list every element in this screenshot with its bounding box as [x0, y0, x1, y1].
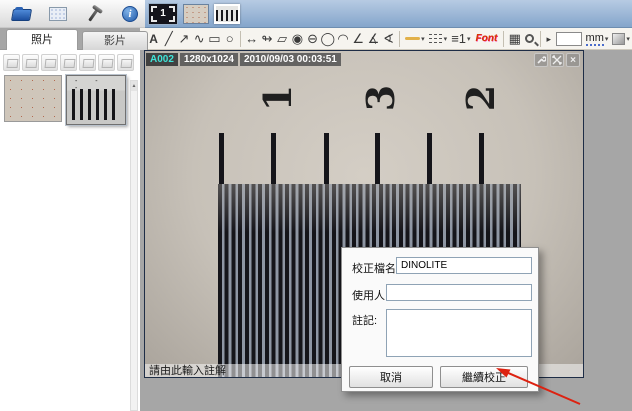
- measure-angle-tool-icon[interactable]: ∠: [351, 29, 366, 49]
- timestamp-badge: 2010/09/03 00:03:51: [240, 53, 341, 66]
- frame-corner: [151, 16, 157, 22]
- chevron-down-icon[interactable]: ▾: [626, 35, 630, 43]
- thumbnail-list: - - -: [0, 73, 140, 125]
- export-image-icon: [612, 33, 625, 45]
- line-width-value: 1: [459, 29, 466, 49]
- open-folder-icon[interactable]: [12, 6, 32, 22]
- thumbnail-ruler-bars: [72, 89, 120, 120]
- line-style-button[interactable]: ▾: [429, 34, 448, 43]
- save-icon[interactable]: [41, 54, 58, 71]
- ruler-digit-1: 1: [255, 76, 299, 120]
- sidebar-scrollbar[interactable]: ▲: [130, 80, 138, 411]
- user-label: 使用人: [352, 287, 385, 303]
- cancel-button[interactable]: 取消: [349, 366, 433, 388]
- export-image-button[interactable]: ▾: [612, 33, 630, 45]
- trash-icon[interactable]: [117, 54, 134, 71]
- scroll-up-icon[interactable]: ▲: [131, 81, 137, 91]
- measure-angle4-tool-icon[interactable]: ∢: [381, 29, 396, 49]
- open-file-icon[interactable]: [3, 54, 20, 71]
- dinocapture-window: { "top_toolbar": { "frame_label": "1", "…: [0, 0, 632, 411]
- line-width-icon: ≡: [451, 29, 459, 49]
- toolbar-separator: [540, 31, 541, 47]
- rotate-icon[interactable]: [98, 54, 115, 71]
- camera-frame-button[interactable]: 1: [148, 3, 178, 25]
- arrow-tool-icon[interactable]: ↗: [176, 29, 191, 49]
- resolution-badge: 1280x1024: [180, 53, 238, 66]
- filename-field[interactable]: [396, 257, 532, 274]
- email-icon[interactable]: [22, 54, 39, 71]
- calibration-dialog: 校正檔名: 使用人 註記: 取消 繼續校正: [341, 247, 539, 392]
- info-icon[interactable]: [120, 6, 140, 22]
- chevron-down-icon[interactable]: ▾: [467, 35, 471, 43]
- measure-arc-tool-icon[interactable]: ◠: [335, 29, 350, 49]
- toolbar-separator: [240, 31, 241, 47]
- tab-photos[interactable]: 照片: [6, 29, 78, 50]
- image-id-badge: A002: [146, 53, 178, 66]
- measure-line-tool-icon[interactable]: ↔: [244, 29, 259, 49]
- continue-calibration-button[interactable]: 繼續校正: [440, 366, 528, 388]
- frame-number: 1: [160, 8, 166, 19]
- capture-strip: 1: [145, 0, 632, 28]
- text-tool-icon[interactable]: A: [146, 29, 161, 49]
- envelope-icon[interactable]: [60, 54, 77, 71]
- photo-sidebar: - - -: [0, 49, 140, 411]
- image-gallery-icon[interactable]: [48, 6, 68, 22]
- line-width-button[interactable]: ≡ 1 ▾: [451, 29, 470, 49]
- frame-corner: [169, 16, 175, 22]
- image-info-badges: A002 1280x1024 2010/09/03 00:03:51: [146, 53, 341, 66]
- drawing-toolbar: A ╱ ↗ ∿ ▭ ○ ↔ ↬ ▱ ◉ ⊖ ◯ ◠ ∠ ∡ ∢ ▾ ▾ ≡ 1 …: [140, 28, 632, 50]
- unit-label: mm: [586, 32, 604, 46]
- line-tool-icon[interactable]: ╱: [161, 29, 176, 49]
- freehand-tool-icon[interactable]: ∿: [192, 29, 207, 49]
- note-field[interactable]: [386, 309, 532, 357]
- magnifier-icon[interactable]: [525, 34, 534, 43]
- wrench-icon[interactable]: [534, 53, 548, 67]
- measure-angle3-tool-icon[interactable]: ∡: [366, 29, 381, 49]
- measure-curve-tool-icon[interactable]: ↬: [259, 29, 274, 49]
- close-icon[interactable]: ×: [566, 53, 580, 67]
- share-icon[interactable]: [79, 54, 96, 71]
- ruler-digit-3: 3: [358, 76, 402, 120]
- capture-thumbnail-ruler[interactable]: [214, 4, 240, 24]
- filename-label: 校正檔名:: [352, 260, 399, 276]
- rectangle-tool-icon[interactable]: ▭: [207, 29, 222, 49]
- frame-corner: [151, 6, 157, 12]
- line-color-swatch: [405, 37, 420, 40]
- measure-circle-center-tool-icon[interactable]: ◉: [290, 29, 305, 49]
- resize-icon[interactable]: [550, 53, 564, 67]
- tab-videos[interactable]: 影片: [82, 31, 148, 50]
- viewer-window-buttons: ×: [534, 53, 580, 67]
- spinner-icon[interactable]: ▸: [544, 29, 554, 49]
- hammer-icon: [88, 8, 98, 21]
- tools-icon[interactable]: [84, 6, 104, 22]
- user-field[interactable]: [386, 284, 532, 301]
- capture-thumbnail-dots[interactable]: [183, 4, 209, 24]
- chevron-down-icon[interactable]: ▾: [421, 35, 425, 43]
- ruler-digit-2: 2: [458, 76, 502, 120]
- folder-icon: [11, 9, 32, 21]
- thumbnail-dots-sample[interactable]: [4, 75, 62, 122]
- ellipse-tool-icon[interactable]: ○: [222, 29, 237, 49]
- line-style-icon: [429, 34, 443, 43]
- toolbar-separator: [503, 31, 504, 47]
- chevron-down-icon[interactable]: ▾: [444, 35, 448, 43]
- gallery-icon: [49, 7, 67, 21]
- sidebar-action-row: [0, 50, 140, 73]
- toolbar-separator: [399, 31, 400, 47]
- measure-polygon-tool-icon[interactable]: ▱: [275, 29, 290, 49]
- thumbnail-ruler-sample[interactable]: - - -: [66, 75, 126, 125]
- grid-icon[interactable]: ▦: [507, 29, 522, 49]
- measure-circle-diameter-tool-icon[interactable]: ⊖: [305, 29, 320, 49]
- magnification-input[interactable]: [556, 32, 582, 46]
- unit-button[interactable]: mm ▾: [586, 32, 609, 46]
- measure-circle-3pt-tool-icon[interactable]: ◯: [320, 29, 335, 49]
- font-button[interactable]: Font: [476, 33, 498, 44]
- chevron-down-icon[interactable]: ▾: [605, 35, 609, 43]
- frame-corner: [169, 6, 175, 12]
- note-label: 註記:: [352, 312, 377, 328]
- info-circle-icon: [122, 6, 138, 22]
- app-toolbar: [0, 0, 145, 28]
- line-color-button[interactable]: ▾: [405, 35, 425, 43]
